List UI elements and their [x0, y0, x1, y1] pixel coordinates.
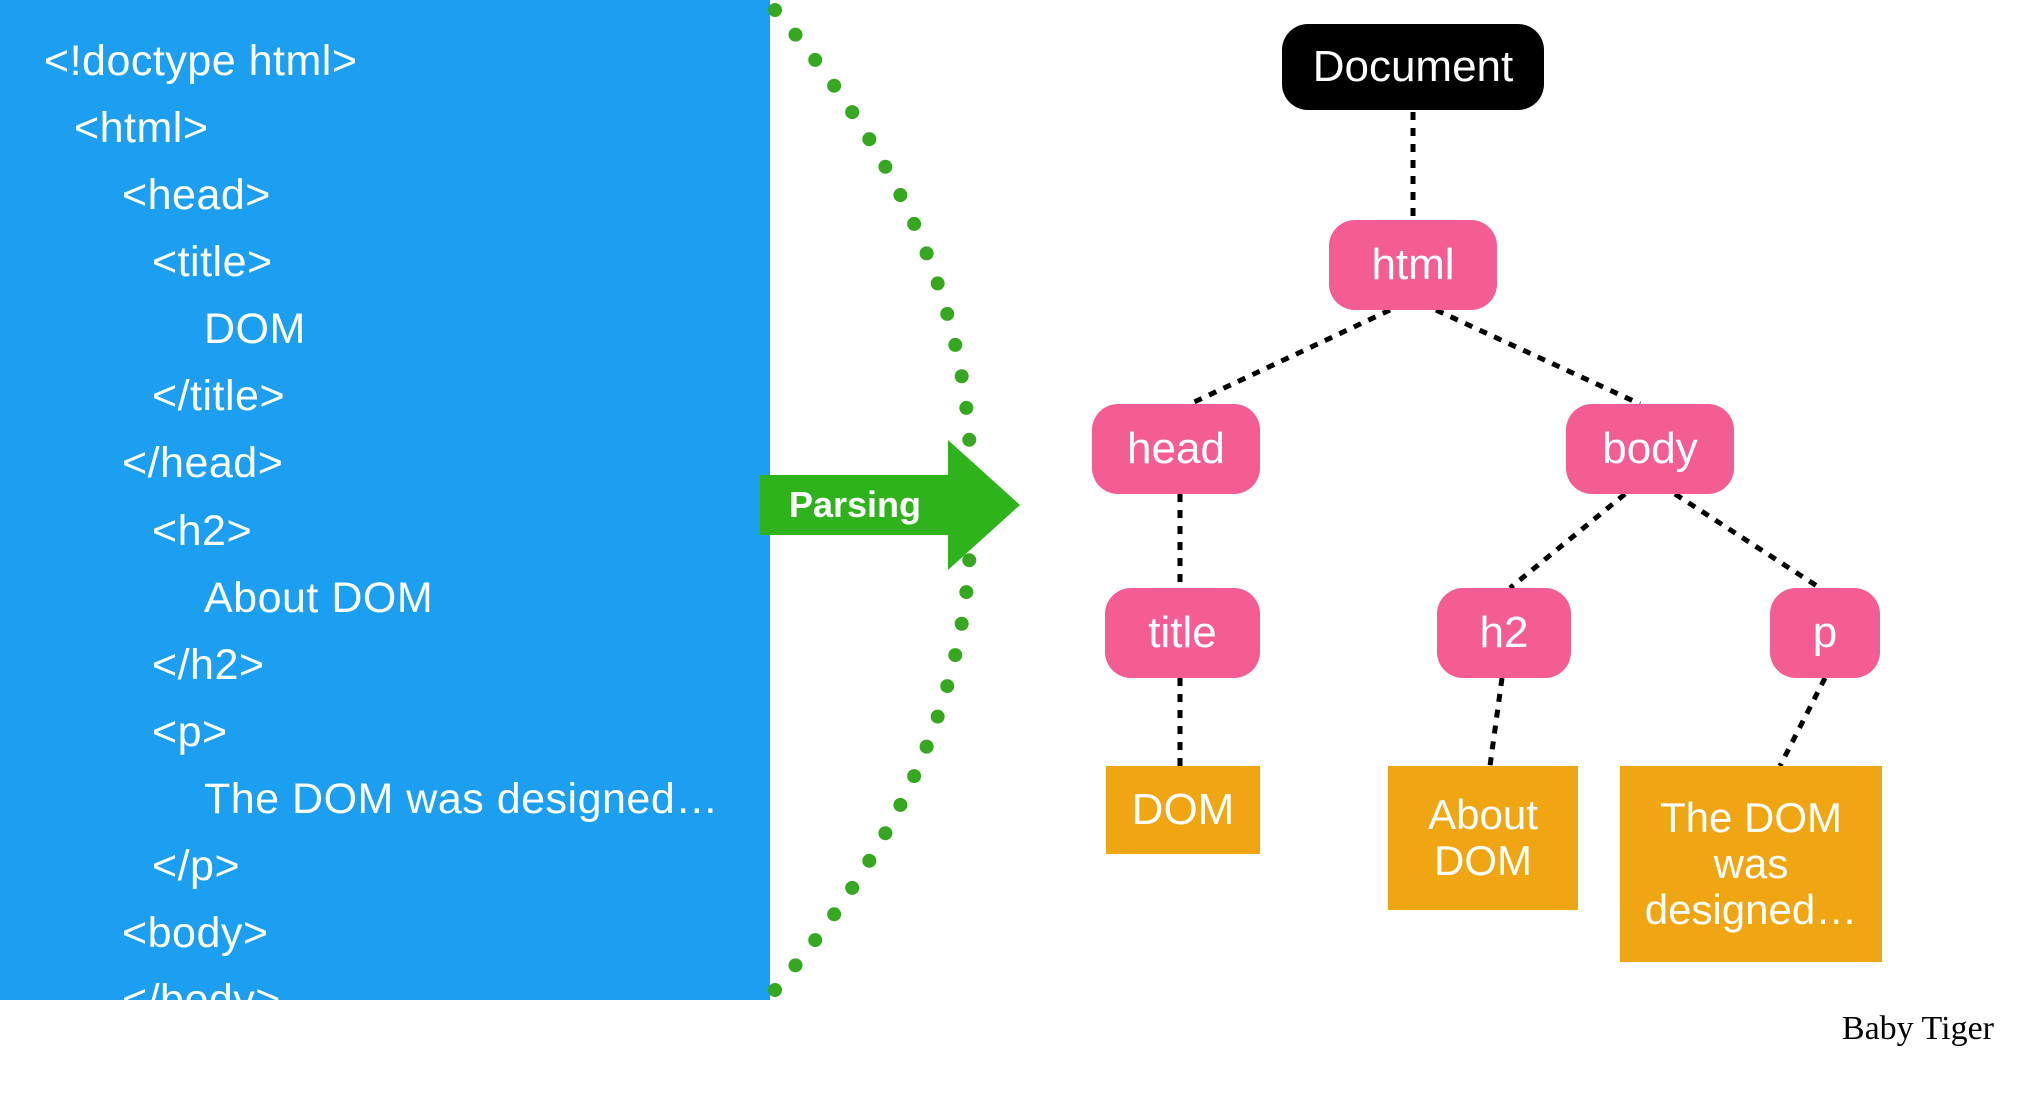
node-body: body	[1566, 404, 1734, 494]
node-document: Document	[1282, 24, 1544, 110]
leaf-about-dom: About DOM	[1388, 766, 1578, 910]
arrow-head-icon	[948, 440, 1020, 570]
code-line: </p>	[44, 833, 770, 900]
node-h2: h2	[1437, 588, 1571, 678]
code-line: <head>	[44, 162, 770, 229]
code-line: <body>	[44, 900, 770, 967]
author-signature: Baby Tiger	[1842, 1010, 1994, 1048]
code-line: The DOM was designed…	[44, 766, 770, 833]
node-head: head	[1092, 404, 1260, 494]
code-line: <p>	[44, 699, 770, 766]
node-p: p	[1770, 588, 1880, 678]
leaf-dom: DOM	[1106, 766, 1260, 854]
code-line: </body>	[44, 967, 770, 1034]
html-source-panel: <!doctype html><html><head><title>DOM</t…	[0, 0, 770, 1000]
node-title: title	[1105, 588, 1260, 678]
code-line: DOM	[44, 296, 770, 363]
code-line: </head>	[44, 430, 770, 497]
arrow-shaft: Parsing	[760, 475, 950, 535]
parsing-arrow: Parsing	[760, 440, 1020, 570]
code-line: </html>	[44, 1034, 770, 1101]
code-line: <html>	[44, 95, 770, 162]
node-html: html	[1329, 220, 1497, 310]
leaf-designed: The DOM was designed…	[1620, 766, 1882, 962]
code-line: About DOM	[44, 565, 770, 632]
code-line: </title>	[44, 363, 770, 430]
code-line: <h2>	[44, 498, 770, 565]
code-line: <title>	[44, 229, 770, 296]
code-line: </h2>	[44, 632, 770, 699]
arrow-label: Parsing	[789, 484, 921, 526]
code-line: <!doctype html>	[44, 28, 770, 95]
